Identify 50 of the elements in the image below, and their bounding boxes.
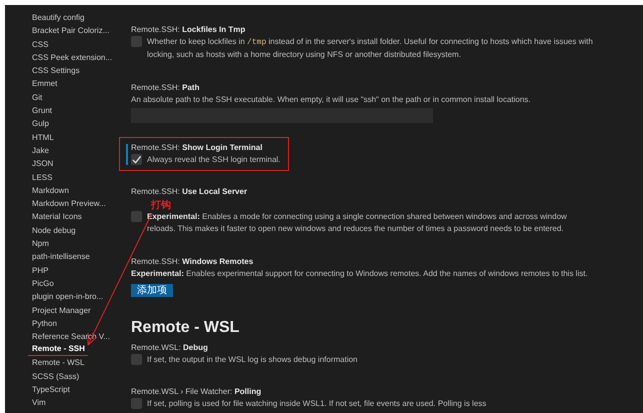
setting-description: Experimental: Enables experimental support for connecting to Windows remotes. Add the names of windows remotes to this list. [131,268,589,280]
sidebar-item[interactable]: PicGo [32,276,120,290]
sidebar-item[interactable]: path-intellisense [32,250,120,264]
setting-title: Remote.SSH: Lockfiles In Tmp [131,24,246,36]
sidebar-item[interactable]: Grunt [32,104,120,118]
setting-title: Remote.WSL › File Watcher: Polling [131,386,262,398]
setting-title: Remote.SSH: Use Local Server [131,186,248,198]
setting-description: An absolute path to the SSH executable. When empty, it will use "ssh" on the path or in common install locations. [131,94,532,106]
sidebar-item[interactable]: Emmet [32,77,120,91]
sidebar-item[interactable]: Gulp [32,117,120,131]
sidebar-item[interactable]: CSS [32,38,120,51]
sidebar-item[interactable]: TypeScript [32,382,120,396]
sidebar-item[interactable]: Material Icons [32,210,120,224]
checkbox[interactable] [131,154,142,166]
sidebar-item[interactable]: PHP [32,264,120,277]
sidebar-item[interactable]: HTML [32,130,120,144]
setting-title: Remote.SSH: Show Login Terminal [131,142,264,154]
sidebar-item[interactable]: Git [32,90,120,104]
setting-description: If set, the output in the WSL log is shows debug information [147,354,358,366]
setting-title: Remote.SSH: Path [131,82,200,94]
sidebar-item[interactable]: Markdown [32,184,120,198]
sidebar-item[interactable]: Npm [32,237,120,250]
checkbox[interactable] [131,398,142,410]
sidebar-item[interactable]: Remote - SSH [28,343,88,356]
sidebar-item[interactable]: JSON [32,157,120,171]
checkbox[interactable] [131,211,142,222]
sidebar-item[interactable]: Python [32,316,120,330]
setting-description: Always reveal the SSH login terminal. [147,154,280,166]
setting-title: Remote.SSH: Windows Remotes [131,256,254,268]
add-item-button[interactable]: 添加项 [131,284,173,297]
sidebar-item[interactable]: Bracket Pair Coloriz... [32,24,120,38]
sidebar-item[interactable]: plugin open-in-bro... [32,290,120,304]
setting-description: Whether to keep lockfiles in /tmp instead of in the server's install folder. Useful for connecting to hosts which have issues with locking, such as hosts with a home directory using NFS or another distributed filesystem. [147,36,594,61]
sidebar-item[interactable]: Jake [32,144,120,158]
sidebar-item[interactable]: Node debug [32,224,120,238]
checkbox[interactable] [131,354,142,365]
sidebar-item[interactable]: LESS [32,170,120,184]
annotation-label: 打钩 [151,200,171,211]
sidebar-item[interactable]: Beautify config [32,11,120,24]
checkbox[interactable] [131,36,142,47]
sidebar-item[interactable]: CSS Settings [32,64,120,78]
section-heading: Remote - WSL [131,318,240,338]
setting-description: If set, polling is used for file watching inside WSL1. If not set, file events are used. Polling is less [147,398,486,410]
sidebar-item[interactable]: CSS Peek extension... [32,50,120,64]
sidebar-item[interactable]: Vim [32,396,120,410]
sidebar-item[interactable]: Project Manager [32,304,120,317]
sidebar-item[interactable]: SCSS (Sass) [32,370,120,383]
sidebar-item[interactable]: Markdown Preview... [32,197,120,210]
setting-title: Remote.WSL: Debug [131,342,209,354]
sidebar-item[interactable]: Remote - WSL [32,356,120,370]
